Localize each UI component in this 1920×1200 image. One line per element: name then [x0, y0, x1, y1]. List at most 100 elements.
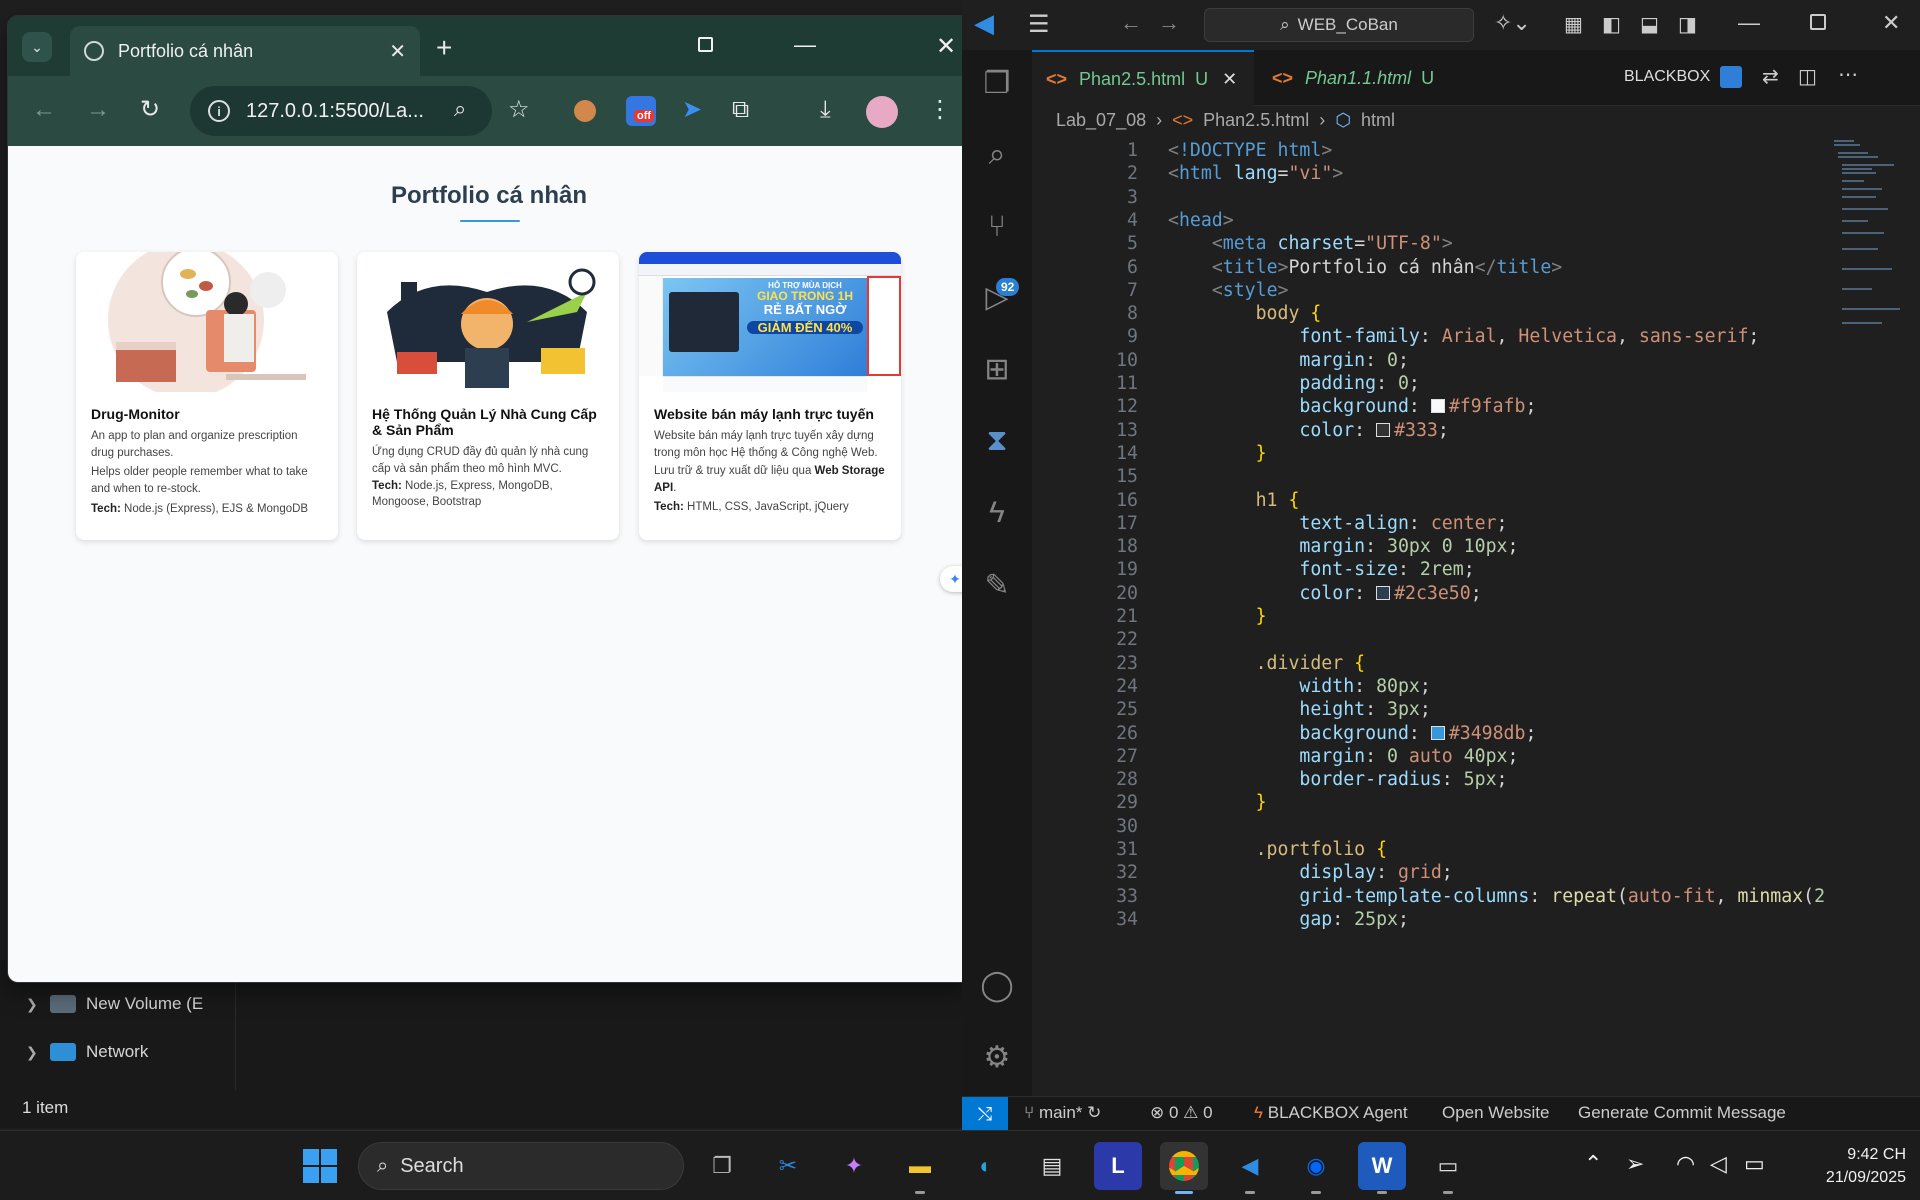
code-line[interactable]: <title>Portfolio cá nhân</title>: [1168, 257, 1562, 278]
split-editor-icon[interactable]: ◫: [1798, 64, 1817, 89]
search-icon[interactable]: ⌕: [978, 136, 1016, 174]
code-line[interactable]: body {: [1168, 303, 1322, 324]
code-line[interactable]: font-size: 2rem;: [1168, 559, 1474, 580]
open-website-status[interactable]: Open Website: [1442, 1103, 1549, 1123]
code-line[interactable]: <head>: [1168, 210, 1234, 231]
volume-icon[interactable]: ◁: [1710, 1151, 1727, 1177]
back-arrow-icon[interactable]: ←: [32, 98, 56, 122]
compare-changes-icon[interactable]: ⇄: [1762, 64, 1779, 89]
taskbar-search[interactable]: ⌕ Search: [358, 1142, 684, 1190]
code-line[interactable]: display: grid;: [1168, 862, 1452, 883]
code-line[interactable]: <!DOCTYPE html>: [1168, 140, 1332, 161]
code-line[interactable]: .divider {: [1168, 653, 1366, 674]
tree-item-network[interactable]: ❯ Network: [26, 1036, 148, 1068]
explorer-files-icon[interactable]: ❐: [978, 64, 1016, 102]
code-line[interactable]: width: 80px;: [1168, 676, 1430, 697]
branch-status[interactable]: ⑂ main* ↻: [1024, 1103, 1101, 1123]
location-arrow-icon[interactable]: ➢: [1626, 1151, 1644, 1177]
forward-arrow-icon[interactable]: →: [86, 98, 110, 122]
code-line[interactable]: margin: 0;: [1168, 350, 1409, 371]
blackbox-agent-status[interactable]: ϟ BLACKBOX Agent: [1254, 1103, 1408, 1123]
command-center-search[interactable]: ⌕ WEB_CoBan: [1204, 8, 1474, 42]
download-icon[interactable]: ⤓: [820, 98, 831, 122]
copilot-icon[interactable]: ✧⌄: [1494, 10, 1531, 36]
cookie-extension-icon[interactable]: [574, 100, 596, 122]
code-line[interactable]: h1 {: [1168, 490, 1300, 511]
code-line[interactable]: background: #3498db;: [1168, 723, 1536, 744]
customize-layout-icon[interactable]: ▦: [1564, 12, 1583, 37]
close-tab-icon[interactable]: ✕: [389, 39, 406, 64]
minimap[interactable]: [1832, 138, 1904, 338]
file-explorer-icon[interactable]: ▬: [896, 1142, 944, 1194]
l-app-icon[interactable]: L: [1094, 1142, 1142, 1190]
extension-off-icon[interactable]: off: [626, 96, 656, 126]
code-line[interactable]: }: [1168, 443, 1267, 464]
breadcrumb-folder[interactable]: Lab_07_08: [1056, 110, 1146, 131]
python-icon[interactable]: ⧗: [978, 422, 1016, 460]
battery-icon[interactable]: ▭: [1744, 1151, 1765, 1177]
breadcrumb-symbol[interactable]: html: [1361, 110, 1395, 131]
word-icon[interactable]: W: [1358, 1142, 1406, 1194]
show-hidden-icons-chevron-up-icon[interactable]: ⌃: [1584, 1151, 1602, 1177]
snipping-tool-icon[interactable]: ✂: [764, 1142, 812, 1190]
more-menu-icon[interactable]: ⋮: [928, 98, 952, 122]
code-line[interactable]: background: #f9fafb;: [1168, 396, 1536, 417]
tab-search-button[interactable]: ⌄: [22, 32, 52, 62]
code-line[interactable]: font-family: Arial, Helvetica, sans-seri…: [1168, 326, 1759, 347]
zoom-icon[interactable]: ⌕: [454, 98, 466, 120]
close-window-button[interactable]: ✕: [1882, 10, 1900, 36]
portfolio-card-supplier-management[interactable]: Hệ Thống Quản Lý Nhà Cung Cấp & Sản Phẩm…: [357, 252, 619, 540]
code-line[interactable]: color: #333;: [1168, 420, 1448, 441]
copilot-icon[interactable]: ✦: [830, 1142, 878, 1190]
code-line[interactable]: color: #2c3e50;: [1168, 583, 1481, 604]
cursor-extension-icon[interactable]: ➤: [682, 98, 702, 122]
info-icon[interactable]: i: [208, 100, 230, 122]
browser-tab[interactable]: Portfolio cá nhân ✕: [70, 26, 420, 76]
code-line[interactable]: <style>: [1168, 280, 1289, 301]
extensions-puzzle-icon[interactable]: ⧉: [732, 98, 749, 122]
tab-phan1-1[interactable]: <> Phan1.1.html U: [1258, 50, 1458, 106]
code-line[interactable]: padding: 0;: [1168, 373, 1419, 394]
start-button[interactable]: [296, 1142, 344, 1190]
remote-indicator[interactable]: ⤭: [962, 1097, 1008, 1131]
chrome-icon[interactable]: [1160, 1142, 1208, 1194]
toggle-secondary-sidebar-icon[interactable]: ◨: [1678, 12, 1697, 37]
breadcrumb-file[interactable]: Phan2.5.html: [1203, 110, 1309, 131]
source-control-icon[interactable]: ⑂: [978, 208, 1016, 246]
code-line[interactable]: margin: 0 auto 40px;: [1168, 746, 1518, 767]
code-line[interactable]: text-align: center;: [1168, 513, 1507, 534]
code-editor[interactable]: 1 <!DOCTYPE html> 2 <html lang="vi"> 3 4 <head…: [1032, 138, 1852, 1094]
menu-hamburger-icon[interactable]: ☰: [1028, 10, 1050, 39]
toggle-sidebar-icon[interactable]: ◧: [1602, 12, 1621, 37]
zalo-icon[interactable]: ◉: [1292, 1142, 1340, 1194]
portfolio-card-drug-monitor[interactable]: Drug-Monitor An app to plan and organize…: [76, 252, 338, 540]
store-icon[interactable]: ▤: [1028, 1142, 1076, 1190]
close-tab-icon[interactable]: ✕: [1222, 69, 1237, 90]
code-line[interactable]: .portfolio {: [1168, 839, 1387, 860]
toggle-panel-icon[interactable]: ⬓: [1640, 12, 1659, 37]
extensions-icon[interactable]: ⊞: [978, 350, 1016, 388]
problems-status[interactable]: ⊗ 0 ⚠ 0: [1150, 1103, 1213, 1123]
code-line[interactable]: border-radius: 5px;: [1168, 769, 1507, 790]
chevron-right-icon[interactable]: ❯: [26, 996, 40, 1013]
chevron-right-icon[interactable]: ❯: [26, 1044, 40, 1061]
more-actions-icon[interactable]: ⋯: [1838, 62, 1858, 87]
code-line[interactable]: height: 3px;: [1168, 699, 1430, 720]
tab-phan2-5[interactable]: <> Phan2.5.html U ✕: [1032, 50, 1254, 106]
settings-gear-icon[interactable]: ⚙: [978, 1038, 1016, 1076]
clock[interactable]: 9:42 CH 21/09/2025: [1796, 1143, 1906, 1189]
bookmark-star-icon[interactable]: ☆: [508, 98, 530, 122]
portfolio-card-air-conditioner-website[interactable]: HỖ TRỢ MÙA DỊCH GIAO TRONG 1H RẺ BẤT NGỜ…: [639, 252, 901, 540]
run-debug-icon[interactable]: ▷: [978, 278, 1016, 316]
close-window-button[interactable]: ✕: [936, 32, 956, 61]
code-line[interactable]: margin: 30px 0 10px;: [1168, 536, 1518, 557]
code-line[interactable]: gap: 25px;: [1168, 909, 1409, 930]
code-line[interactable]: }: [1168, 606, 1267, 627]
minimize-button[interactable]: —: [1738, 10, 1760, 36]
forward-arrow-icon[interactable]: →: [1158, 10, 1180, 36]
address-bar[interactable]: i 127.0.0.1:5500/La...: [190, 86, 492, 136]
account-icon[interactable]: ◯: [978, 966, 1016, 1004]
profile-avatar[interactable]: [866, 96, 898, 128]
restore-button[interactable]: [698, 32, 713, 58]
tree-item-new-volume-1[interactable]: ❯ New Volume (E: [26, 988, 203, 1020]
